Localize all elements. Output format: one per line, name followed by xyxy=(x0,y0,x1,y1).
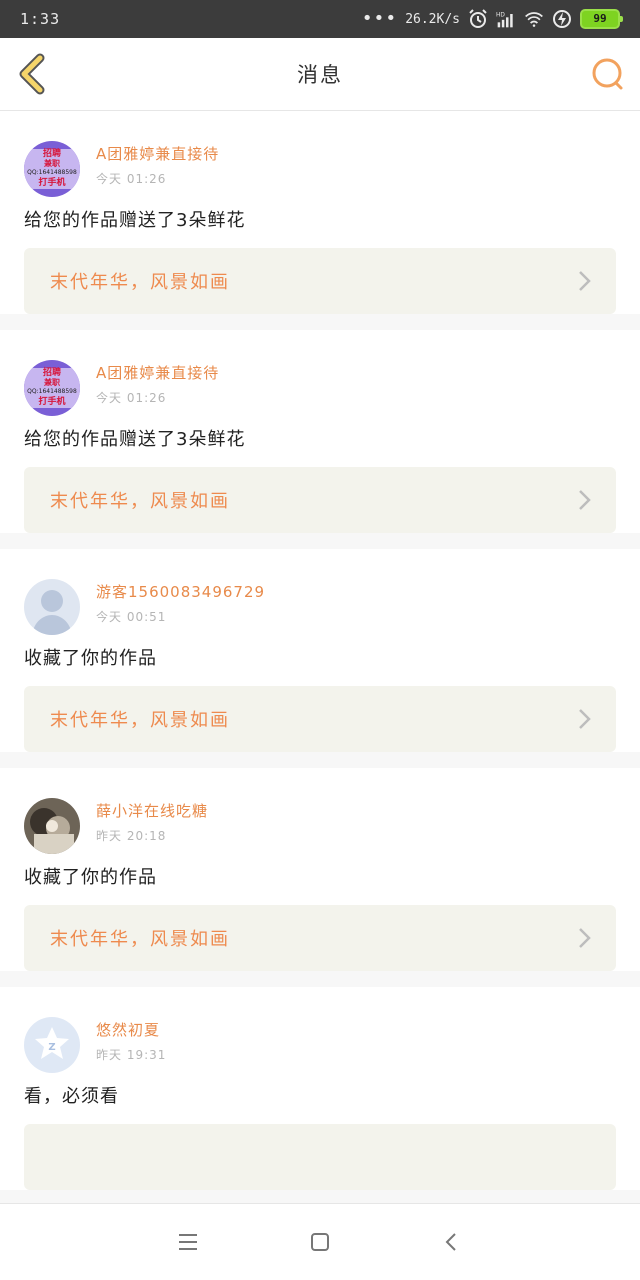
sender-name[interactable]: A团雅婷兼直接待 xyxy=(96,143,219,164)
battery-indicator: 99 xyxy=(580,9,623,29)
work-title: 末代年华，风景如画 xyxy=(50,710,230,731)
svg-text:QQ:1641488598: QQ:1641488598 xyxy=(27,388,77,395)
chevron-right-icon xyxy=(579,490,591,510)
message-time: 昨天 20:18 xyxy=(96,829,167,843)
svg-text:兼职: 兼职 xyxy=(43,377,60,387)
message-text: 给您的作品赠送了3朵鲜花 xyxy=(24,210,246,231)
message-text: 收藏了你的作品 xyxy=(24,867,157,888)
work-link[interactable] xyxy=(24,1124,616,1190)
message-item: 薛小洋在线吃糖 昨天 20:18 收藏了你的作品 末代年华，风景如画 xyxy=(0,768,640,971)
message-text: 看，必须看 xyxy=(24,1086,119,1107)
back-arrow-icon[interactable] xyxy=(12,52,52,96)
svg-text:招聘: 招聘 xyxy=(43,366,61,378)
status-time: 1:33 xyxy=(20,10,61,28)
ad-avatar[interactable]: 招聘 兼职 QQ:1641488598 打手机 xyxy=(24,360,80,416)
work-link[interactable]: 末代年华，风景如画 xyxy=(24,905,616,971)
charging-icon xyxy=(553,10,571,28)
wifi-icon xyxy=(525,12,543,27)
ad-avatar-image: 招聘 兼职 QQ:1641488598 打手机 xyxy=(24,360,80,416)
sender-name[interactable]: 薛小洋在线吃糖 xyxy=(96,800,208,821)
work-title: 末代年华，风景如画 xyxy=(50,272,230,293)
signal-icon: HD xyxy=(496,13,513,28)
chevron-right-icon xyxy=(579,271,591,291)
ad-avatar-image: 招聘 兼职 QQ:1641488598 打手机 xyxy=(24,141,80,197)
menu-icon[interactable] xyxy=(177,1231,199,1253)
network-speed: 26.2K/s xyxy=(405,11,460,27)
status-bar: 1:33 ••• 26.2K/s HD 99 xyxy=(0,0,640,38)
system-nav-bar xyxy=(0,1203,640,1280)
search-icon[interactable] xyxy=(590,56,626,92)
alarm-icon xyxy=(469,9,487,28)
work-link[interactable]: 末代年华，风景如画 xyxy=(24,686,616,752)
svg-text:兼职: 兼职 xyxy=(43,158,60,168)
svg-text:打手机: 打手机 xyxy=(38,176,65,188)
page-title: 消息 xyxy=(297,63,343,87)
qzone-star-icon: Z xyxy=(24,1017,80,1073)
guest-avatar[interactable] xyxy=(24,579,80,635)
home-square-icon[interactable] xyxy=(309,1231,331,1253)
work-link[interactable]: 末代年华，风景如画 xyxy=(24,467,616,533)
svg-text:Z: Z xyxy=(48,1042,55,1053)
chevron-right-icon xyxy=(579,928,591,948)
message-time: 今天 01:26 xyxy=(96,391,167,405)
message-time: 今天 00:51 xyxy=(96,610,167,624)
qzone-avatar[interactable]: Z xyxy=(24,1017,80,1073)
work-link[interactable]: 末代年华，风景如画 xyxy=(24,248,616,314)
user-photo xyxy=(24,798,80,854)
work-title: 末代年华，风景如画 xyxy=(50,929,230,950)
message-list: 招聘 兼职 QQ:1641488598 打手机 A团雅婷兼直接待 今天 01:2… xyxy=(0,111,640,1206)
default-user-icon xyxy=(24,579,80,635)
message-text: 收藏了你的作品 xyxy=(24,648,157,669)
work-title: 末代年华，风景如画 xyxy=(50,491,230,512)
message-text: 给您的作品赠送了3朵鲜花 xyxy=(24,429,246,450)
svg-text:打手机: 打手机 xyxy=(38,395,65,407)
sender-name[interactable]: A团雅婷兼直接待 xyxy=(96,362,219,383)
sender-name[interactable]: 游客1560083496729 xyxy=(96,581,265,602)
chevron-right-icon xyxy=(579,709,591,729)
ad-avatar[interactable]: 招聘 兼职 QQ:1641488598 打手机 xyxy=(24,141,80,197)
message-item: Z 悠然初夏 昨天 19:31 看，必须看 xyxy=(0,987,640,1190)
status-icons: ••• 26.2K/s HD 99 xyxy=(361,8,623,29)
photo-avatar[interactable] xyxy=(24,798,80,854)
back-icon[interactable] xyxy=(441,1231,463,1253)
header-bar: 消息 xyxy=(0,38,640,111)
svg-text:QQ:1641488598: QQ:1641488598 xyxy=(27,169,77,176)
message-item: 游客1560083496729 今天 00:51 收藏了你的作品 末代年华，风景… xyxy=(0,549,640,752)
message-item: 招聘 兼职 QQ:1641488598 打手机 A团雅婷兼直接待 今天 01:2… xyxy=(0,330,640,533)
svg-text:招聘: 招聘 xyxy=(43,147,61,159)
message-time: 今天 01:26 xyxy=(96,172,167,186)
svg-text:HD: HD xyxy=(496,13,505,19)
notification-dots: ••• xyxy=(361,8,398,29)
message-item: 招聘 兼职 QQ:1641488598 打手机 A团雅婷兼直接待 今天 01:2… xyxy=(0,111,640,314)
sender-name[interactable]: 悠然初夏 xyxy=(96,1019,166,1040)
message-time: 昨天 19:31 xyxy=(96,1048,167,1062)
